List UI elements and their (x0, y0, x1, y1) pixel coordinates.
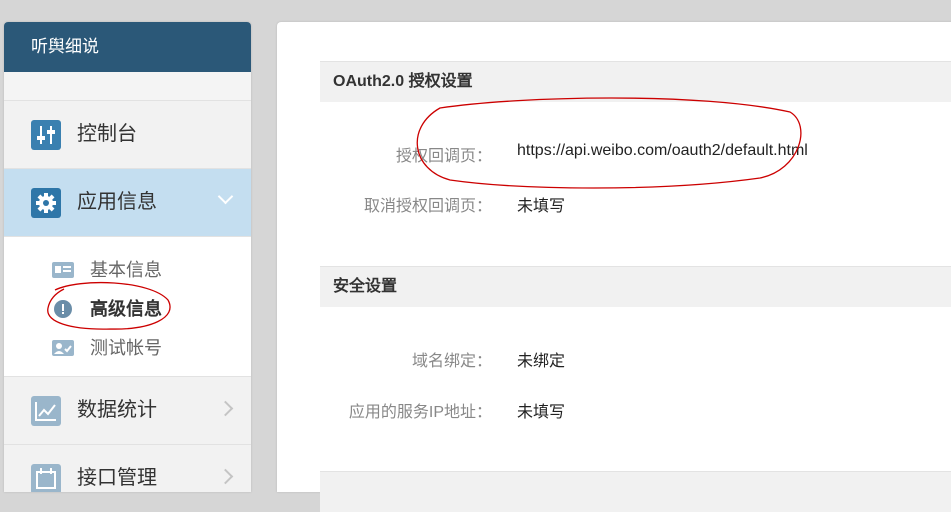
exclamation-icon (52, 299, 74, 318)
chevron-down-icon (217, 188, 234, 205)
cancel-callback-label: 取消授权回调页： (363, 198, 492, 215)
nav-item-stats[interactable]: 数据统计 (4, 377, 251, 445)
cancel-callback-value: 未填写 (517, 198, 566, 215)
nav-item-app-info[interactable]: 应用信息 (4, 169, 251, 237)
sidebar-spacer (4, 72, 251, 101)
nav-item-dashboard[interactable]: 控制台 (4, 101, 251, 169)
gear-icon (31, 188, 61, 218)
oauth-cancel-row: 取消授权回调页： 未填写 (277, 192, 951, 216)
nav-label-stats: 数据统计 (77, 399, 157, 421)
server-ip-value: 未填写 (517, 404, 566, 421)
nav-label-api: 接口管理 (77, 467, 157, 489)
app-info-submenu: 基本信息 高级信息 测试帐号 (4, 237, 251, 377)
calendar-icon (31, 464, 61, 492)
next-section-header (320, 471, 951, 512)
nav-label-dashboard: 控制台 (77, 123, 137, 145)
sliders-icon (31, 120, 61, 150)
nav-item-api[interactable]: 接口管理 (4, 445, 251, 492)
oauth-section-title: OAuth2.0 授权设置 (320, 61, 951, 102)
submenu-item-basic-info[interactable]: 基本信息 (4, 251, 251, 290)
submenu-label-advanced-info: 高级信息 (90, 299, 162, 319)
callback-label: 授权回调页： (395, 148, 492, 165)
main-panel: OAuth2.0 授权设置 授权回调页： https://api.weibo.c… (277, 22, 951, 512)
server-ip-label: 应用的服务IP地址： (348, 404, 492, 421)
line-chart-icon (31, 396, 61, 426)
submenu-label-test-account: 测试帐号 (90, 338, 162, 358)
oauth-callback-row: 授权回调页： https://api.weibo.com/oauth2/defa… (277, 142, 951, 166)
submenu-item-test-account[interactable]: 测试帐号 (4, 329, 251, 368)
callback-value: https://api.weibo.com/oauth2/default.htm… (517, 142, 808, 159)
submenu-label-basic-info: 基本信息 (90, 260, 162, 280)
domain-binding-label: 域名绑定： (411, 353, 492, 370)
sidebar: 听舆细说 控制台 应用信息 基本信息 高级信息 测试帐号 数据统计 接口管理 (4, 22, 251, 492)
nav-label-app-info: 应用信息 (77, 191, 157, 213)
submenu-item-advanced-info[interactable]: 高级信息 (4, 290, 251, 329)
chevron-right-icon (217, 400, 234, 417)
user-card-icon (52, 340, 74, 356)
id-card-icon (52, 262, 74, 278)
domain-binding-row: 域名绑定： 未绑定 (277, 347, 951, 371)
domain-binding-value: 未绑定 (517, 353, 566, 370)
server-ip-row: 应用的服务IP地址： 未填写 (277, 398, 951, 422)
security-section-title: 安全设置 (320, 266, 951, 307)
app-name: 听舆细说 (4, 22, 251, 72)
